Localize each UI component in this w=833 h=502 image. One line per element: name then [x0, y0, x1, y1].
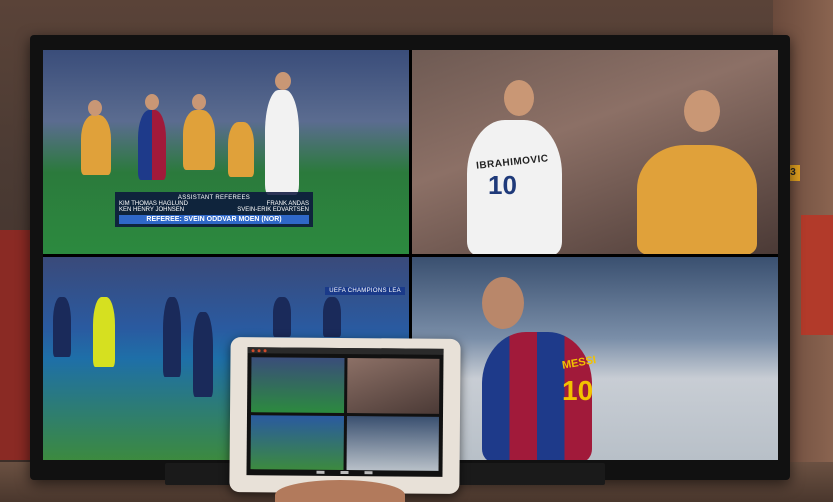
referee-figure-3 [228, 122, 254, 177]
tablet-view-tunnel[interactable] [346, 358, 440, 414]
messi-head [482, 276, 524, 329]
tablet-status-bar [247, 347, 444, 355]
tablet-screen [246, 347, 444, 477]
ucl-banner: UEFA CHAMPIONS LEA [325, 286, 405, 295]
referee-head [88, 100, 102, 116]
tablet-view-stadium[interactable] [250, 414, 344, 470]
assistant-1-b: KEN HENRY JOHNSEN [119, 207, 185, 213]
tablet-view-lineup[interactable] [251, 357, 345, 413]
referee-figure [81, 115, 111, 175]
tablet-mosaic [250, 357, 440, 471]
messi-shirt-number: 10 [562, 374, 594, 406]
referee-figure-2 [183, 110, 215, 170]
barca-player-figure [138, 110, 166, 180]
tablet-view-messi[interactable] [346, 415, 439, 471]
tablet-nav-bar [246, 470, 442, 475]
recents-icon[interactable] [364, 471, 373, 475]
psg-player-head [275, 72, 291, 90]
crowd-figure-1 [53, 296, 71, 357]
red-panel-right [801, 215, 833, 335]
ibrahimovic-head [504, 80, 534, 116]
ibrahimovic-shirt-number: 10 [488, 170, 517, 200]
crowd-figure-2 [163, 296, 181, 377]
crowd-figure-5 [323, 296, 341, 337]
steward-figure [93, 296, 115, 367]
scene: 3 ASSISTANT REFEREES KIM THOMAS HAGLUND … [0, 0, 833, 502]
referee-line: REFEREE: SVEIN ODDVAR MOEN (NOR) [119, 215, 309, 224]
view-lineup[interactable]: ASSISTANT REFEREES KIM THOMAS HAGLUND FR… [43, 50, 409, 254]
psg-player-figure [265, 90, 299, 195]
referee-head-2 [192, 94, 206, 110]
official-figure [637, 145, 757, 254]
view-tunnel[interactable]: IBRAHIMOVIC 10 [412, 50, 778, 254]
assistant-row-2: KEN HENRY JOHNSEN SVEIN-ERIK EDVARTSEN [119, 207, 309, 213]
assistant-2-b: SVEIN-ERIK EDVARTSEN [237, 207, 309, 213]
crowd-figure-4 [273, 296, 291, 337]
view-messi[interactable]: MESSI 10 [412, 256, 778, 460]
tablet[interactable] [229, 336, 461, 495]
home-icon[interactable] [340, 470, 349, 475]
status-dot-icon [251, 348, 255, 352]
status-dot-icon-2 [257, 348, 261, 352]
referee-caption: ASSISTANT REFEREES KIM THOMAS HAGLUND FR… [115, 192, 313, 227]
status-dot-icon-3 [263, 348, 267, 352]
official-head [684, 90, 720, 132]
hand [275, 480, 405, 502]
back-icon[interactable] [316, 470, 325, 474]
crowd-figure-3 [193, 311, 213, 397]
barca-player-head [145, 94, 159, 110]
